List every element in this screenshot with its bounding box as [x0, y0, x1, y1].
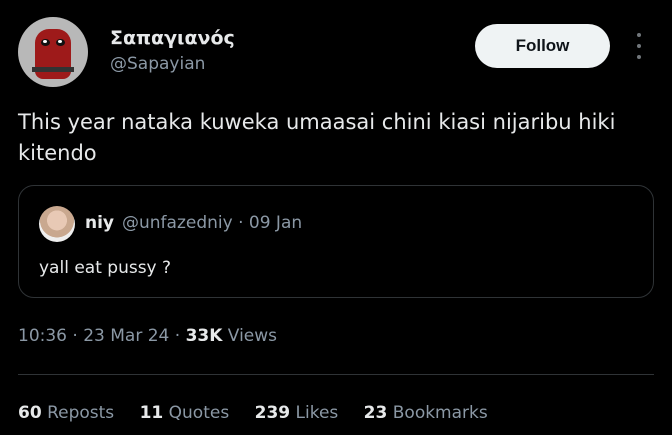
- quoted-author-avatar: [39, 206, 75, 242]
- reposts-stat[interactable]: 60 Reposts: [18, 403, 114, 423]
- quoted-author-name: niy: [85, 213, 115, 233]
- bookmarks-stat[interactable]: 23 Bookmarks: [364, 403, 488, 423]
- tweet-timestamp[interactable]: 10:36 · 23 Mar 24 ·: [18, 326, 186, 346]
- tweet-meta: 10:36 · 23 Mar 24 · 33K Views: [18, 326, 277, 346]
- divider: [18, 374, 654, 375]
- tweet-header: Σαπαγιανός @Sapayian Follow: [18, 17, 658, 89]
- author-avatar[interactable]: [18, 17, 88, 87]
- quoted-tweet-card[interactable]: niy @unfazedniy · 09 Jan yall eat pussy …: [18, 185, 654, 298]
- quoted-author-handle-date: @unfazedniy · 09 Jan: [122, 213, 303, 233]
- likes-stat[interactable]: 239 Likes: [255, 403, 339, 423]
- tweet-text: This year nataka kuweka umaasai chini ki…: [18, 110, 616, 165]
- author-display-name[interactable]: Σαπαγιανός: [110, 27, 235, 49]
- quotes-stat[interactable]: 11 Quotes: [140, 403, 230, 423]
- more-dots-icon[interactable]: [632, 33, 646, 59]
- views-label: Views: [222, 326, 278, 346]
- quoted-tweet-text: yall eat pussy ?: [39, 258, 172, 278]
- author-handle[interactable]: @Sapayian: [110, 54, 205, 74]
- views-count: 33K: [185, 326, 223, 346]
- follow-button[interactable]: Follow: [475, 24, 610, 68]
- engagement-stats: 60 Reposts 11 Quotes 239 Likes 23 Bookma…: [18, 403, 508, 423]
